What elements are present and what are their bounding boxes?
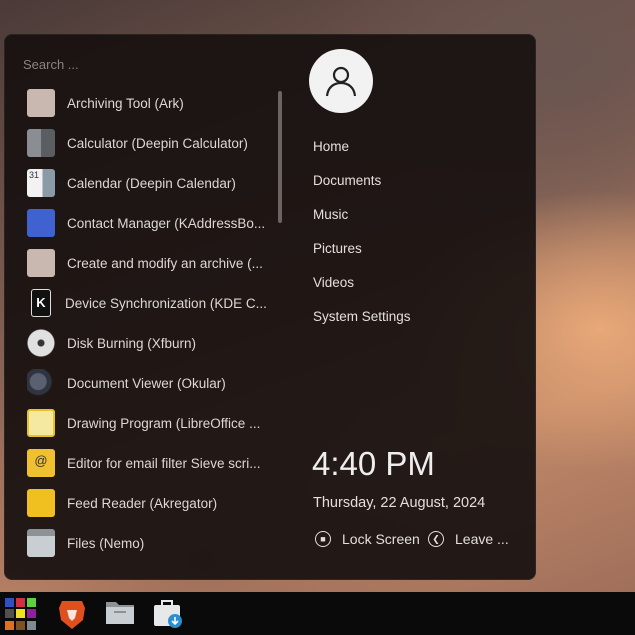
- app-item-label: Device Synchronization (KDE C...: [65, 295, 267, 311]
- software-store-icon[interactable]: [153, 598, 185, 630]
- rss-icon: [27, 489, 55, 517]
- app-item-label: Files (Nemo): [67, 535, 145, 551]
- place-music[interactable]: Music: [313, 207, 348, 222]
- archive-icon: [27, 249, 55, 277]
- app-item-label: Create and modify an archive (...: [67, 255, 263, 271]
- application-launcher: Search ... Archiving Tool (Ark) Calculato…: [4, 34, 536, 580]
- lock-screen-button[interactable]: ■ Lock Screen: [315, 531, 420, 547]
- disc-icon: [27, 329, 55, 357]
- taskbar: [0, 592, 635, 635]
- app-item[interactable]: K Device Synchronization (KDE C...: [25, 285, 275, 321]
- archive-icon: [27, 89, 55, 117]
- leave-label: Leave ...: [455, 531, 509, 547]
- app-item-label: Document Viewer (Okular): [67, 375, 226, 391]
- place-videos[interactable]: Videos: [313, 275, 354, 290]
- app-item[interactable]: Contact Manager (KAddressBo...: [25, 205, 275, 241]
- chevron-left-icon: ❮: [428, 531, 444, 547]
- brave-browser-icon[interactable]: [57, 598, 89, 630]
- clock-time: 4:40 PM: [312, 445, 435, 482]
- folder-icon: [27, 529, 55, 557]
- app-item[interactable]: Calculator (Deepin Calculator): [25, 125, 275, 161]
- user-icon: [325, 66, 357, 97]
- calendar-icon: 31: [27, 169, 55, 197]
- app-item[interactable]: Document Viewer (Okular): [25, 365, 275, 401]
- draw-icon: [27, 409, 55, 437]
- app-item-label: Contact Manager (KAddressBo...: [67, 215, 266, 231]
- user-avatar[interactable]: [309, 49, 373, 113]
- app-item-label: Disk Burning (Xfburn): [67, 335, 197, 351]
- leave-button[interactable]: ❮ Leave ...: [428, 531, 509, 547]
- okular-icon: [27, 369, 55, 397]
- place-documents[interactable]: Documents: [313, 173, 381, 188]
- kdeconnect-icon: K: [31, 289, 51, 317]
- app-item[interactable]: Feed Reader (Akregator): [25, 485, 275, 521]
- app-item-label: Calendar (Deepin Calendar): [67, 175, 236, 191]
- app-item-label: Calculator (Deepin Calculator): [67, 135, 248, 151]
- app-item[interactable]: Create and modify an archive (...: [25, 245, 275, 281]
- app-item-label: Editor for email filter Sieve scri...: [67, 455, 261, 471]
- calculator-icon: [27, 129, 55, 157]
- place-pictures[interactable]: Pictures: [313, 241, 362, 256]
- app-item[interactable]: 31 Calendar (Deepin Calendar): [25, 165, 275, 201]
- app-item[interactable]: Archiving Tool (Ark): [25, 85, 275, 121]
- app-item-label: Feed Reader (Akregator): [67, 495, 218, 511]
- file-manager-icon[interactable]: [105, 598, 137, 630]
- lock-icon: ■: [315, 531, 331, 547]
- contact-icon: [27, 209, 55, 237]
- clock-date: Thursday, 22 August, 2024: [313, 495, 486, 511]
- place-home[interactable]: Home: [313, 139, 349, 154]
- scrollbar[interactable]: [278, 91, 282, 223]
- app-launcher-button[interactable]: [5, 598, 36, 630]
- app-item-label: Archiving Tool (Ark): [67, 95, 184, 111]
- app-item[interactable]: Drawing Program (LibreOffice ...: [25, 405, 275, 441]
- lock-screen-label: Lock Screen: [342, 531, 420, 547]
- app-item-label: Drawing Program (LibreOffice ...: [67, 415, 261, 431]
- app-item[interactable]: Files (Nemo): [25, 525, 275, 561]
- email-icon: @: [27, 449, 55, 477]
- place-system-settings[interactable]: System Settings: [313, 309, 411, 324]
- app-item[interactable]: @ Editor for email filter Sieve scri...: [25, 445, 275, 481]
- search-input[interactable]: Search ...: [23, 57, 79, 72]
- app-item[interactable]: Disk Burning (Xfburn): [25, 325, 275, 361]
